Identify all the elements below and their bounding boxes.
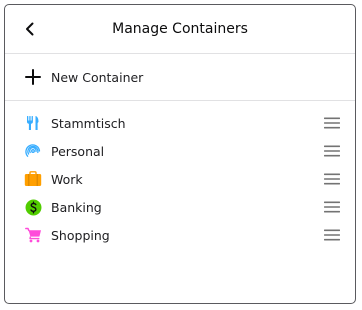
container-list: Stammtisch Personal Work Banking Shoppin…	[5, 101, 355, 249]
container-item-label: Banking	[51, 199, 102, 215]
fingerprint-icon	[23, 141, 43, 161]
new-container-label: New Container	[51, 69, 144, 85]
container-item-label: Shopping	[51, 227, 110, 243]
container-item-stammtisch[interactable]: Stammtisch	[5, 109, 355, 137]
container-item-work[interactable]: Work	[5, 165, 355, 193]
container-item-label: Stammtisch	[51, 115, 126, 131]
container-item-banking[interactable]: Banking	[5, 193, 355, 221]
container-item-label: Work	[51, 171, 83, 187]
drag-handle-icon[interactable]	[324, 229, 340, 241]
container-item-label: Personal	[51, 143, 105, 159]
panel-header: Manage Containers	[5, 5, 355, 54]
plus-icon	[23, 67, 43, 87]
food-icon	[23, 113, 43, 133]
cart-icon	[23, 225, 43, 245]
container-item-shopping[interactable]: Shopping	[5, 221, 355, 249]
new-container-button[interactable]: New Container	[5, 54, 355, 101]
container-item-personal[interactable]: Personal	[5, 137, 355, 165]
dollar-icon	[23, 197, 43, 217]
drag-handle-icon[interactable]	[324, 173, 340, 185]
page-title: Manage Containers	[112, 21, 248, 37]
drag-handle-icon[interactable]	[324, 117, 340, 129]
drag-handle-icon[interactable]	[324, 145, 340, 157]
manage-containers-panel: Manage Containers New Container Stammtis…	[4, 4, 356, 304]
briefcase-icon	[23, 169, 43, 189]
drag-handle-icon[interactable]	[324, 201, 340, 213]
